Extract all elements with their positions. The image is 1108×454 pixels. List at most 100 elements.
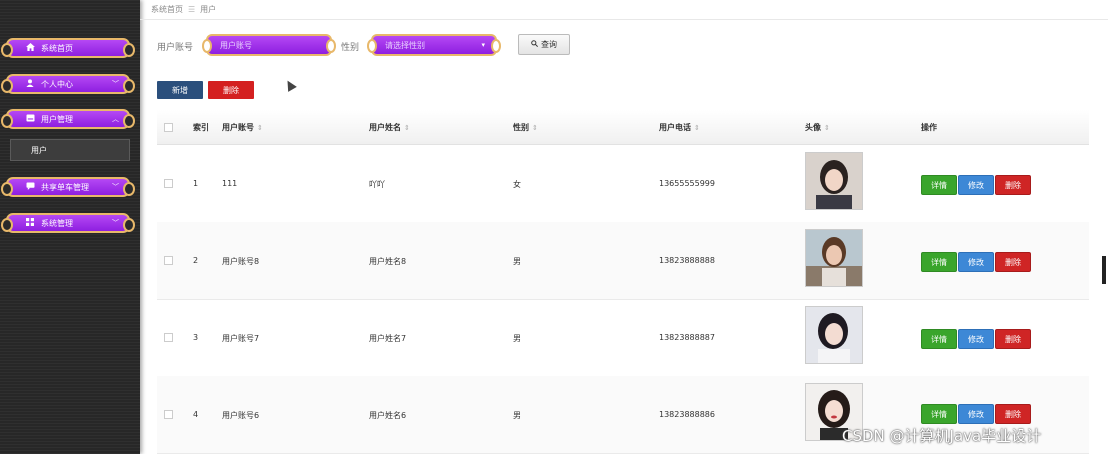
sidebar-item-home[interactable]: 系统首页 (1, 38, 135, 58)
table-row: 1 111 吖吖 女 13655555999 详情 修改 删除 (157, 145, 1089, 223)
header-account[interactable]: 用户账号 ⇕ (222, 122, 263, 133)
cell-gender: 男 (513, 334, 521, 343)
sort-icon: ⇕ (694, 124, 700, 132)
edit-button-label: 修改 (968, 409, 984, 419)
gender-select[interactable]: 请选择性别 ▾ (367, 34, 501, 56)
chevron-down-icon: ﹀ (112, 80, 119, 88)
sidebar-item-personal[interactable]: 个人中心 ﹀ (1, 74, 135, 94)
delete-button-label: 删除 (1005, 334, 1021, 344)
sidebar: 系统首页 个人中心 ﹀ 用户管理 ︿ 用户 共享单车管理 ﹀ 系统管理 ﹀ (0, 0, 140, 454)
sort-icon: ⇕ (532, 124, 538, 132)
header-name-label: 用户姓名 (369, 123, 401, 132)
avatar[interactable] (805, 229, 863, 287)
search-button[interactable]: 查询 (518, 34, 570, 55)
breadcrumb-current: 用户 (200, 5, 217, 14)
header-index: 索引 (193, 123, 209, 132)
edit-button[interactable]: 修改 (958, 175, 994, 195)
grid-icon (24, 218, 36, 228)
sidebar-item-system[interactable]: 系统管理 ﹀ (1, 213, 135, 233)
table-header: 索引 用户账号 ⇕ 用户姓名 ⇕ 性别 ⇕ 用户电话 ⇕ 头像 ⇕ 操作 (157, 110, 1089, 145)
watermark: CSDN @计算机Java毕业设计 (842, 427, 1042, 445)
header-gender-label: 性别 (513, 123, 529, 132)
sidebar-item-label: 个人中心 (41, 79, 73, 89)
cell-phone: 13823888887 (659, 333, 715, 342)
detail-button-label: 详情 (931, 180, 947, 190)
row-checkbox[interactable] (164, 179, 173, 188)
header-actions: 操作 (921, 123, 937, 132)
cell-account: 111 (222, 179, 238, 188)
avatar[interactable] (805, 306, 863, 364)
submenu-item-user[interactable]: 用户 (10, 139, 130, 161)
detail-button[interactable]: 详情 (921, 329, 957, 349)
sidebar-item-user-management[interactable]: 用户管理 ︿ (1, 109, 135, 129)
table-row: 3 用户账号7 用户姓名7 男 13823888887 详情 修改 删除 (157, 299, 1089, 377)
header-avatar-label: 头像 (805, 123, 821, 132)
row-checkbox[interactable] (164, 256, 173, 265)
account-search-input[interactable]: 用户账号 (202, 34, 336, 56)
cell-name: 用户姓名7 (369, 334, 407, 343)
table-row: 2 用户账号8 用户姓名8 男 13823888888 详情 修改 删除 (157, 222, 1089, 300)
sort-icon: ⇕ (404, 124, 410, 132)
avatar[interactable] (805, 152, 863, 210)
sidebar-item-bike-management[interactable]: 共享单车管理 ﹀ (1, 177, 135, 197)
delete-button[interactable]: 删除 (995, 252, 1031, 272)
row-checkbox[interactable] (164, 410, 173, 419)
search-icon (531, 40, 538, 49)
detail-button-label: 详情 (931, 409, 947, 419)
add-button-label: 新增 (172, 85, 188, 95)
sort-icon: ⇕ (824, 124, 830, 132)
detail-button[interactable]: 详情 (921, 252, 957, 272)
header-phone[interactable]: 用户电话 ⇕ (659, 122, 700, 133)
delete-button[interactable]: 删除 (995, 329, 1031, 349)
edit-button[interactable]: 修改 (958, 252, 994, 272)
chevron-up-icon: ︿ (112, 115, 119, 123)
bulk-delete-button[interactable]: 删除 (208, 81, 254, 99)
delete-button[interactable]: 删除 (995, 404, 1031, 424)
detail-button-label: 详情 (931, 334, 947, 344)
cell-gender: 男 (513, 257, 521, 266)
header-avatar[interactable]: 头像 ⇕ (805, 122, 830, 133)
add-button[interactable]: 新增 (157, 81, 203, 99)
cell-phone: 13823888888 (659, 256, 715, 265)
gender-label: 性别 (341, 43, 360, 53)
detail-button-label: 详情 (931, 257, 947, 267)
detail-button[interactable]: 详情 (921, 175, 957, 195)
bulk-delete-button-label: 删除 (223, 85, 239, 95)
cell-account: 用户账号7 (222, 334, 260, 343)
breadcrumb-home[interactable]: 系统首页 (151, 5, 183, 14)
row-checkbox[interactable] (164, 333, 173, 342)
header-gender[interactable]: 性别 ⇕ (513, 122, 538, 133)
bike-icon (24, 182, 36, 192)
detail-button[interactable]: 详情 (921, 404, 957, 424)
cell-name: 用户姓名6 (369, 411, 407, 420)
header-account-label: 用户账号 (222, 123, 254, 132)
search-button-label: 查询 (541, 40, 557, 49)
delete-button-label: 删除 (1005, 409, 1021, 419)
cell-account: 用户账号8 (222, 257, 260, 266)
select-all-checkbox[interactable] (164, 123, 173, 132)
sidebar-item-label: 系统管理 (41, 218, 73, 228)
chevron-down-icon: ﹀ (112, 183, 119, 191)
sidebar-item-label: 系统首页 (41, 43, 73, 53)
header-phone-label: 用户电话 (659, 123, 691, 132)
header-divider (140, 19, 1108, 20)
header-name[interactable]: 用户姓名 ⇕ (369, 122, 410, 133)
user-card-icon (24, 114, 36, 124)
delete-button-label: 删除 (1005, 180, 1021, 190)
edit-button-label: 修改 (968, 334, 984, 344)
user-icon (24, 79, 36, 89)
cell-gender: 男 (513, 411, 521, 420)
cell-account: 用户账号6 (222, 411, 260, 420)
scrollbar-handle[interactable] (1102, 256, 1106, 284)
delete-button-label: 删除 (1005, 257, 1021, 267)
edit-button[interactable]: 修改 (958, 329, 994, 349)
submenu-item-label: 用户 (31, 145, 47, 155)
edit-button[interactable]: 修改 (958, 404, 994, 424)
cell-name: 用户姓名8 (369, 257, 407, 266)
account-label: 用户账号 (157, 43, 194, 53)
cell-name: 吖吖 (369, 180, 385, 189)
edit-button-label: 修改 (968, 257, 984, 267)
sidebar-item-label: 共享单车管理 (41, 182, 89, 192)
account-search-placeholder: 用户账号 (220, 40, 252, 50)
delete-button[interactable]: 删除 (995, 175, 1031, 195)
